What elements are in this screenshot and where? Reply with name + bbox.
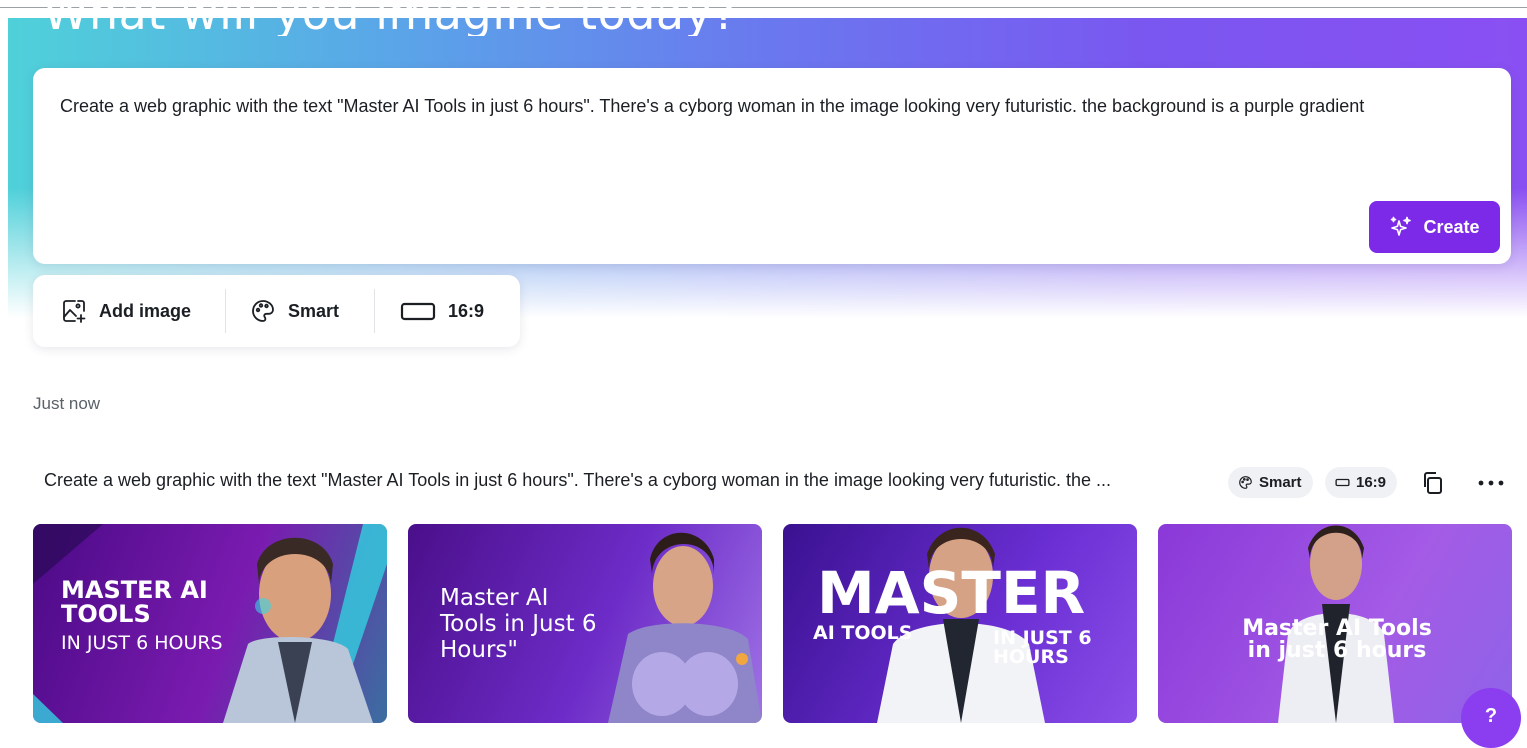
aspect-ratio-icon [1335,478,1350,487]
result-text-title: MASTER [817,559,1086,627]
prompt-input[interactable]: Create a web graphic with the text "Mast… [60,92,1460,121]
result-text-title: Master AI Tools in just 6 hours [1242,616,1432,663]
aspect-ratio-label: 16:9 [448,300,485,321]
style-label: Smart [288,300,340,321]
sparkle-icon [1391,216,1412,236]
result-image-2[interactable]: Master AI Tools in Just 6 Hours" [408,524,762,723]
result-image-3[interactable]: MASTER AI TOOLS IN JUST 6 HOURS [783,524,1137,723]
generation-prompt[interactable]: Create a web graphic with the text "Mast… [44,470,1209,491]
aspect-ratio-icon [400,302,436,321]
aspect-ratio-button[interactable]: 16:9 [375,289,484,333]
copy-icon[interactable] [1420,470,1446,496]
create-label: Create [1423,216,1480,237]
create-button[interactable]: Create [1369,201,1500,253]
options-bar: Add image Smart 16:9 [33,275,520,347]
result-image-4[interactable]: Master AI Tools in just 6 hours [1158,524,1512,723]
help-button[interactable]: ? [1461,688,1521,748]
add-image-label: Add image [99,300,192,321]
style-chip-label: Smart [1259,474,1302,491]
result-text-title: Master AI Tools in Just 6 Hours" [440,585,597,663]
result-text-subtitle: IN JUST 6 HOURS [61,632,223,654]
generation-header: Create a web graphic with the text "Mast… [44,467,1514,498]
result-text-title: MASTER AI TOOLS [61,576,208,628]
add-image-icon [63,300,86,323]
style-chip: Smart [1228,467,1313,498]
more-icon[interactable] [1476,470,1506,496]
result-image-1[interactable]: MASTER AI TOOLS IN JUST 6 HOURS [33,524,387,723]
aspect-ratio-chip: 16:9 [1325,467,1397,498]
style-button[interactable]: Smart [226,289,374,333]
palette-icon [252,300,274,322]
prompt-card[interactable]: Create a web graphic with the text "Mast… [33,68,1511,264]
aspect-ratio-chip-label: 16:9 [1356,474,1387,491]
page-title: What will you imagine today? [43,6,738,36]
result-text-tagline: IN JUST 6 HOURS [993,627,1092,668]
palette-icon [1239,476,1252,489]
result-text-subtitle: AI TOOLS [813,622,913,644]
add-image-button[interactable]: Add image [33,289,225,333]
history-timestamp: Just now [33,394,101,413]
